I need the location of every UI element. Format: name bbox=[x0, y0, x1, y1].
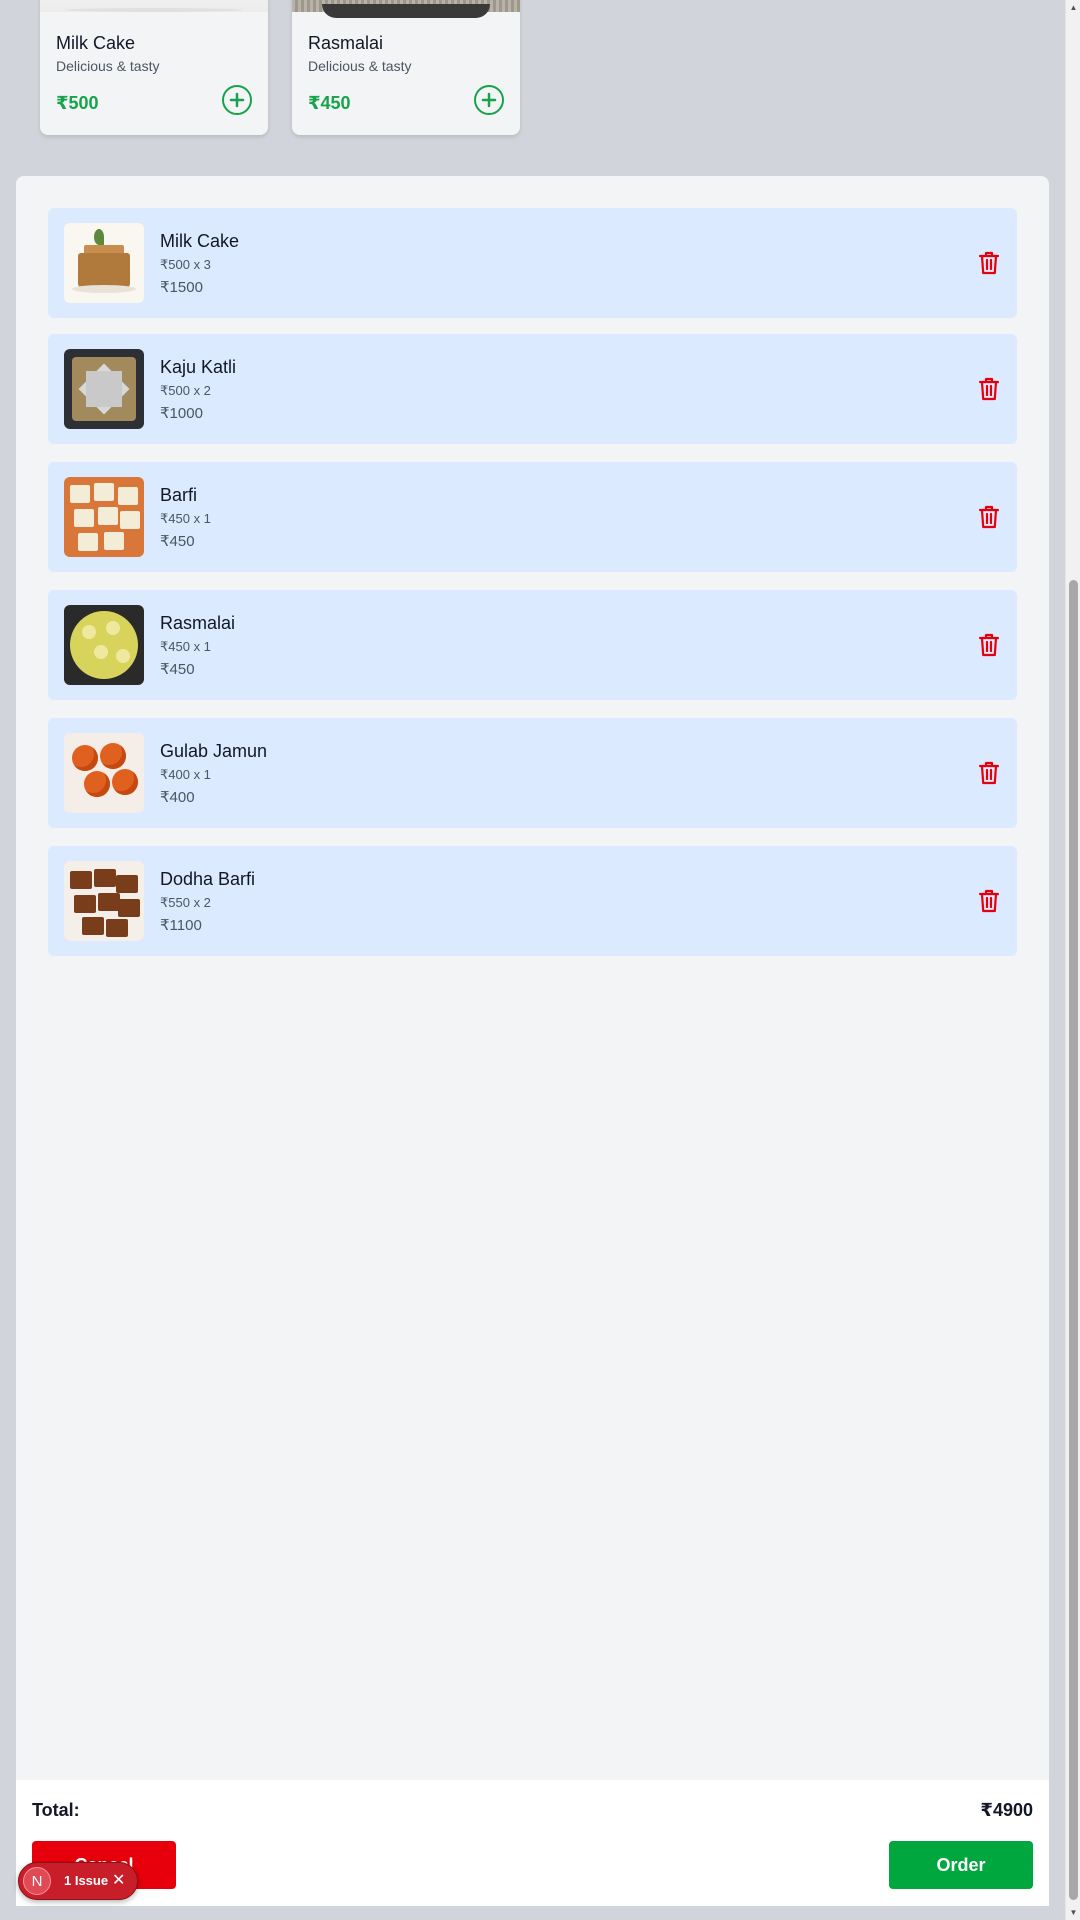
trash-icon[interactable] bbox=[977, 888, 1001, 914]
add-to-cart-button[interactable] bbox=[474, 85, 504, 115]
add-to-cart-button[interactable] bbox=[222, 85, 252, 115]
item-line-total: ₹400 bbox=[160, 789, 195, 806]
item-line-total: ₹450 bbox=[160, 533, 195, 550]
cart-item-kaju-katli: Kaju Katli ₹500 x 2 ₹1000 bbox=[48, 334, 1017, 444]
dev-issues-badge[interactable]: N 1 Issue ✕ bbox=[18, 1862, 138, 1900]
item-thumbnail bbox=[64, 861, 144, 941]
scroll-up-arrow-icon[interactable]: ▲ bbox=[1066, 0, 1080, 15]
product-image bbox=[292, 0, 520, 18]
issues-count[interactable]: 1 Issue bbox=[64, 1873, 108, 1888]
product-card-rasmalai: Rasmalai Delicious & tasty ₹450 bbox=[292, 0, 520, 135]
cart-item-barfi: Barfi ₹450 x 1 ₹450 bbox=[48, 462, 1017, 572]
trash-icon[interactable] bbox=[977, 632, 1001, 658]
item-line-total: ₹1100 bbox=[160, 917, 202, 934]
product-description: Delicious & tasty bbox=[56, 58, 160, 74]
scrollbar-thumb[interactable] bbox=[1069, 580, 1078, 1900]
product-description: Delicious & tasty bbox=[308, 58, 412, 74]
item-thumbnail bbox=[64, 223, 144, 303]
item-name: Kaju Katli bbox=[160, 357, 237, 377]
item-thumbnail bbox=[64, 733, 144, 813]
item-qty-line: ₹400 x 1 bbox=[160, 767, 211, 782]
product-image bbox=[40, 0, 268, 12]
plus-circle-icon bbox=[229, 92, 245, 108]
order-button[interactable]: Order bbox=[889, 1841, 1033, 1889]
product-card-milk-cake: Milk Cake Delicious & tasty ₹500 bbox=[40, 0, 268, 135]
product-price: ₹450 bbox=[308, 93, 351, 113]
item-qty-line: ₹450 x 1 bbox=[160, 639, 211, 654]
product-name: Rasmalai bbox=[308, 33, 384, 53]
close-icon[interactable]: ✕ bbox=[112, 1870, 125, 1890]
total-label: Total: bbox=[32, 1800, 80, 1820]
item-thumbnail bbox=[64, 349, 144, 429]
cart-item-gulab-jamun: Gulab Jamun ₹400 x 1 ₹400 bbox=[48, 718, 1017, 828]
item-line-total: ₹450 bbox=[160, 661, 195, 678]
total-value: ₹4900 bbox=[980, 1800, 1033, 1820]
item-line-total: ₹1000 bbox=[160, 405, 203, 422]
cart-item-dodha-barfi: Dodha Barfi ₹550 x 2 ₹1100 bbox=[48, 846, 1017, 956]
item-qty-line: ₹500 x 2 bbox=[160, 383, 211, 398]
product-price: ₹500 bbox=[56, 93, 99, 113]
item-name: Rasmalai bbox=[160, 613, 236, 633]
cart-item-rasmalai: Rasmalai ₹450 x 1 ₹450 bbox=[48, 590, 1017, 700]
product-name: Milk Cake bbox=[56, 33, 136, 53]
item-name: Barfi bbox=[160, 485, 198, 505]
item-name: Milk Cake bbox=[160, 231, 240, 251]
item-thumbnail bbox=[64, 605, 144, 685]
trash-icon[interactable] bbox=[977, 760, 1001, 786]
item-line-total: ₹1500 bbox=[160, 279, 203, 296]
item-name: Gulab Jamun bbox=[160, 741, 268, 761]
item-thumbnail bbox=[64, 477, 144, 557]
item-name: Dodha Barfi bbox=[160, 869, 256, 889]
plus-circle-icon bbox=[481, 92, 497, 108]
item-qty-line: ₹550 x 2 bbox=[160, 895, 211, 910]
trash-icon[interactable] bbox=[977, 504, 1001, 530]
page-scrollbar[interactable]: ▲ ▼ bbox=[1065, 0, 1080, 1920]
trash-icon[interactable] bbox=[977, 376, 1001, 402]
trash-icon[interactable] bbox=[977, 250, 1001, 276]
scroll-down-arrow-icon[interactable]: ▼ bbox=[1066, 1905, 1080, 1920]
cart-item-milk-cake: Milk Cake ₹500 x 3 ₹1500 bbox=[48, 208, 1017, 318]
framework-logo-icon[interactable]: N bbox=[23, 1867, 51, 1895]
cart-footer: Total: ₹4900 Cancel Order bbox=[16, 1780, 1049, 1906]
item-qty-line: ₹500 x 3 bbox=[160, 257, 211, 272]
cart-panel: Milk Cake ₹500 x 3 ₹1500 Kaju Katli ₹500… bbox=[16, 176, 1049, 1906]
item-qty-line: ₹450 x 1 bbox=[160, 511, 211, 526]
